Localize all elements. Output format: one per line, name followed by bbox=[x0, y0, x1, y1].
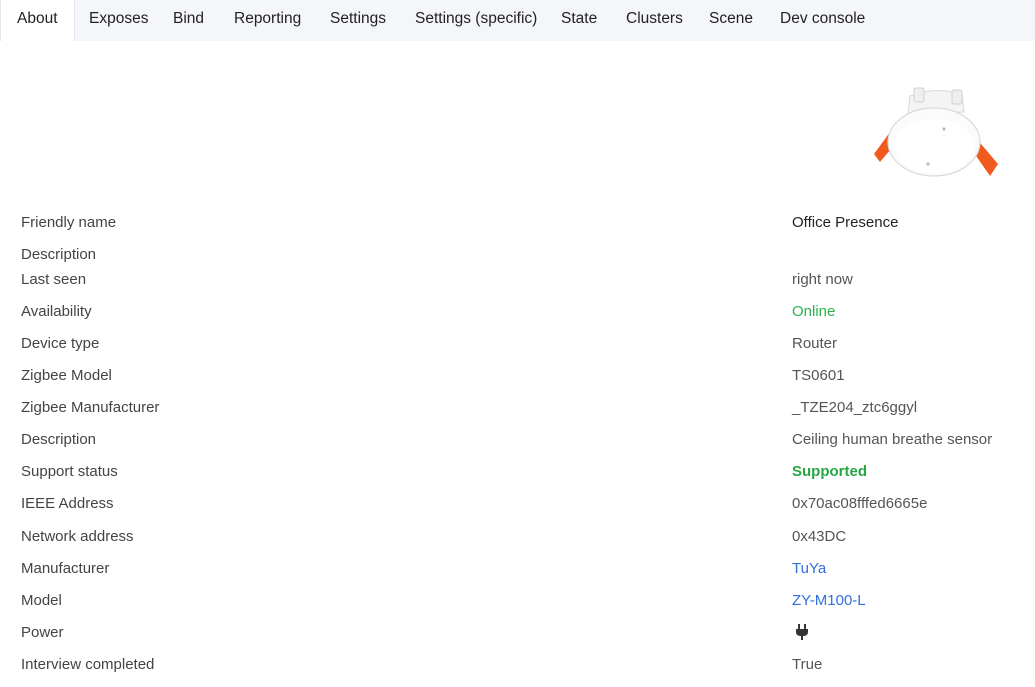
value-zigbee-model: TS0601 bbox=[792, 367, 845, 384]
label-last-seen: Last seen bbox=[21, 271, 87, 288]
label-interview-completed: Interview completed bbox=[21, 656, 155, 673]
label-network-address: Network address bbox=[21, 528, 134, 545]
label-zigbee-manufacturer: Zigbee Manufacturer bbox=[21, 399, 160, 416]
tab-settings-specific[interactable]: Settings (specific) bbox=[415, 0, 537, 41]
label-description-2: Description bbox=[21, 431, 97, 448]
tab-exposes[interactable]: Exposes bbox=[89, 0, 148, 41]
label-support-status: Support status bbox=[21, 463, 118, 480]
ceiling-presence-sensor-image bbox=[874, 87, 998, 177]
label-power: Power bbox=[21, 624, 64, 641]
value-last-seen: right now bbox=[792, 271, 853, 288]
tab-dev-console[interactable]: Dev console bbox=[780, 0, 865, 41]
link-model[interactable]: ZY-M100-L bbox=[792, 592, 866, 609]
value-device-type: Router bbox=[792, 335, 838, 352]
label-manufacturer: Manufacturer bbox=[21, 560, 110, 577]
value-support-status: Supported bbox=[792, 463, 867, 480]
label-description: Description bbox=[21, 246, 97, 263]
tab-state[interactable]: State bbox=[561, 0, 597, 41]
tab-bind[interactable]: Bind bbox=[173, 0, 204, 41]
link-manufacturer[interactable]: TuYa bbox=[792, 560, 826, 577]
value-zigbee-manufacturer: _TZE204_ztc6ggyl bbox=[792, 399, 918, 416]
value-description-2: Ceiling human breathe sensor bbox=[792, 431, 993, 448]
value-friendly-name: Office Presence bbox=[792, 214, 899, 231]
tab-clusters[interactable]: Clusters bbox=[626, 0, 683, 41]
label-zigbee-model: Zigbee Model bbox=[21, 367, 112, 384]
tab-bar: About Exposes Bind Reporting Settings Se… bbox=[0, 0, 1035, 41]
tab-about[interactable]: About bbox=[0, 0, 75, 41]
value-network-address: 0x43DC bbox=[792, 528, 847, 545]
label-friendly-name: Friendly name bbox=[21, 214, 117, 231]
plug-icon bbox=[796, 624, 808, 640]
tab-scene[interactable]: Scene bbox=[709, 0, 753, 41]
value-ieee-address: 0x70ac08fffed6665e bbox=[792, 495, 928, 512]
value-availability: Online bbox=[792, 303, 836, 320]
value-interview-completed: True bbox=[792, 656, 823, 673]
label-model: Model bbox=[21, 592, 62, 609]
tab-reporting[interactable]: Reporting bbox=[234, 0, 301, 41]
tab-settings[interactable]: Settings bbox=[330, 0, 386, 41]
label-availability: Availability bbox=[21, 303, 92, 320]
label-ieee-address: IEEE Address bbox=[21, 495, 114, 512]
label-device-type: Device type bbox=[21, 335, 100, 352]
